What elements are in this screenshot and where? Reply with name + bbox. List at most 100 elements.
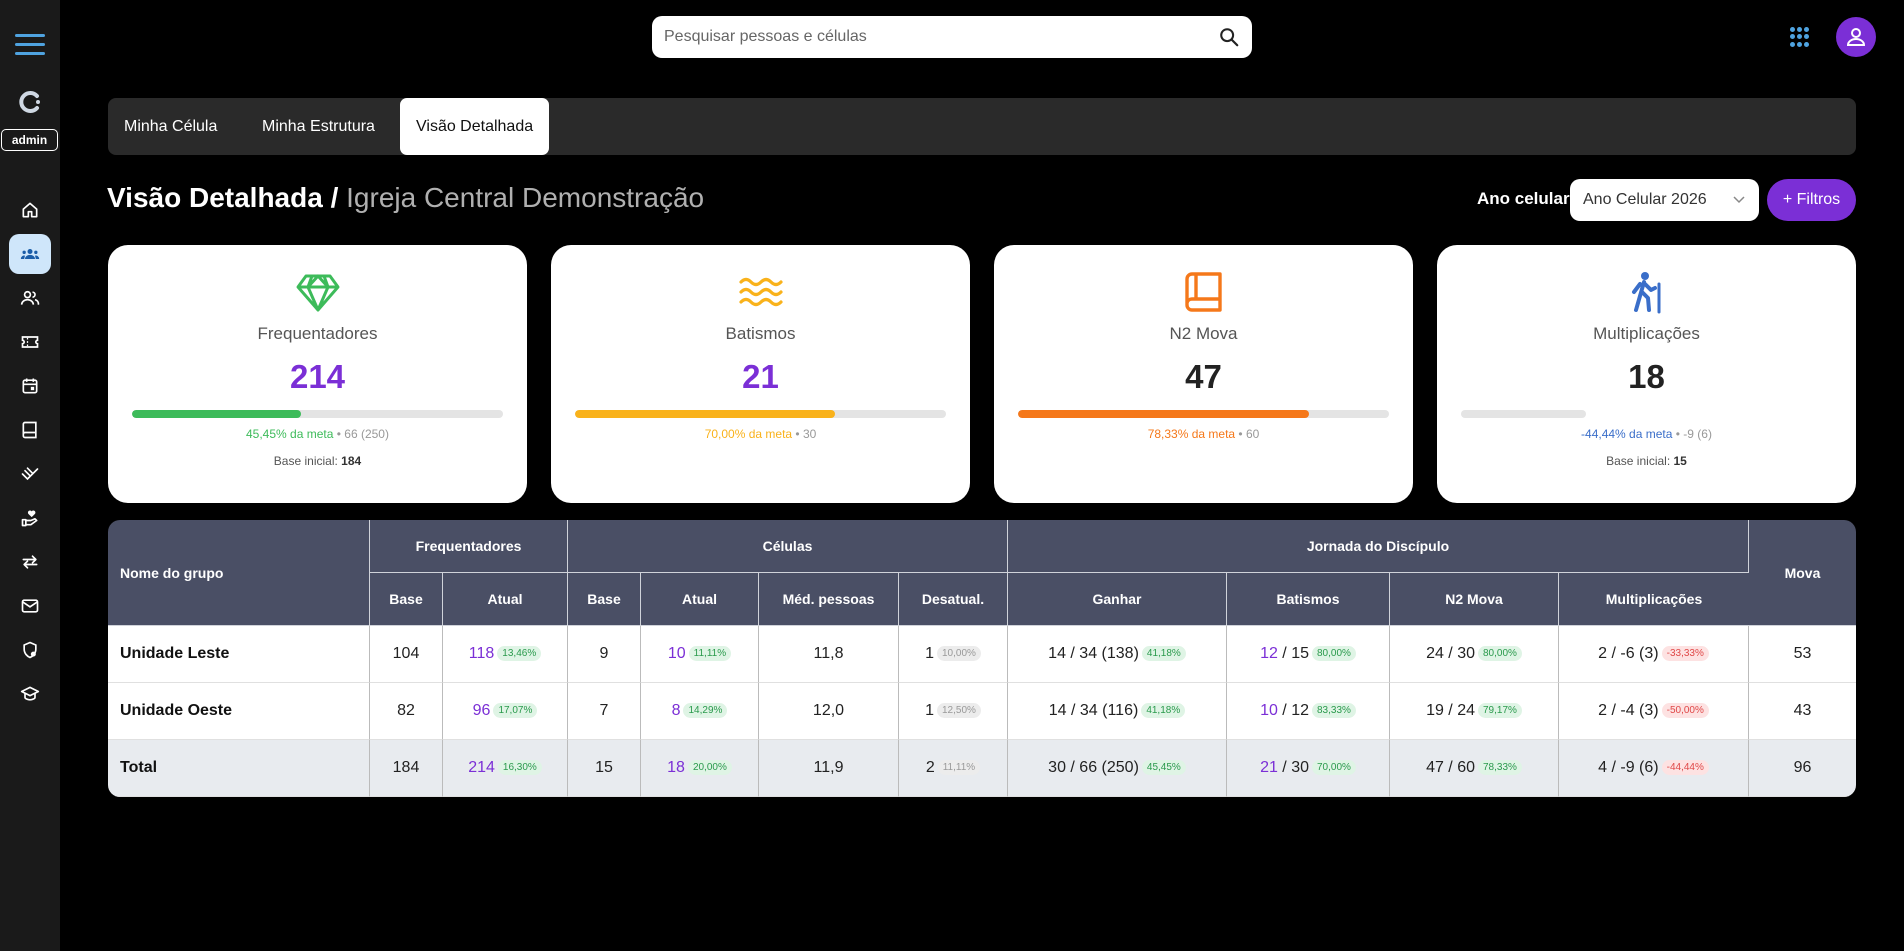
sidebar-item-hand-heart[interactable] [9,498,51,538]
group-jornada: Jornada do Discípulo [1008,520,1749,573]
progress-bar [575,410,946,418]
calendar-icon [22,378,38,394]
table-row[interactable]: Unidade Oeste 82 96 17,07% 7 8 14,29% 12,0… [108,683,1856,740]
tab-minha-estrutura[interactable]: Minha Estrutura [246,98,391,155]
meta-percent: 45,45% da meta [246,427,334,441]
n2-pct-badge: 80,00% [1478,646,1522,662]
ticket-icon [21,336,39,348]
ano-celular-select[interactable]: Ano Celular 2026 [1570,179,1759,221]
card-frequentadores: Frequentadores 214 45,45% da meta • 66 (… [108,245,527,503]
ganhar-cell: 14 / 34 (138) 41,18% [1008,626,1227,683]
page-title-church: Igreja Central Demonstração [346,182,705,213]
user-icon [1846,28,1866,46]
ano-celular-value: Ano Celular 2026 [1583,191,1707,208]
progress-bar [1461,410,1586,418]
waves-icon [739,277,783,307]
sidebar: admin [0,0,60,951]
meta-percent: -44,44% da meta [1581,427,1673,441]
sidebar-item-mail[interactable] [9,586,51,626]
freq-atual-cell: 96 17,07% [443,683,568,740]
col-freq-atual[interactable]: Atual [443,573,568,626]
search-icon[interactable] [1218,26,1240,48]
sidebar-item-groups[interactable] [9,234,51,274]
col-batismos[interactable]: Batismos [1227,573,1390,626]
group-name[interactable]: Total [108,740,370,797]
desatual-pct-badge: 12,50% [936,703,981,719]
card-meta: -44,44% da meta • -9 (6) [1437,427,1856,441]
mult-cell: 2 / -6 (3) -33,33% [1559,626,1749,683]
col-n2-mova[interactable]: N2 Mova [1390,573,1559,626]
menu-icon[interactable] [15,34,45,56]
sidebar-item-volunteer[interactable] [9,454,51,494]
card-multiplicacoes: Multiplicações 18 -44,44% da meta • -9 (… [1437,245,1856,503]
chevron-down-icon [1733,196,1745,204]
batismos-cell: 21 / 30 70,00% [1227,740,1390,797]
sidebar-item-people[interactable] [9,278,51,318]
card-n2-mova: N2 Mova 47 78,33% da meta • 60 [994,245,1413,503]
progress-fill [1018,410,1309,418]
col-multiplicacoes[interactable]: Multiplicações [1559,573,1749,626]
detail-table: Nome do grupo Frequentadores Células Jor… [108,520,1856,797]
meta-rest: • 66 (250) [333,427,389,441]
freq-base: 184 [370,740,443,797]
table-row[interactable]: Unidade Leste 104 118 13,46% 9 10 11,11% 1… [108,626,1856,683]
tab-visao-detalhada[interactable]: Visão Detalhada [400,98,550,155]
batismos-goal: / 15 [1277,645,1309,662]
n2-cell: 19 / 24 79,17% [1390,683,1559,740]
people-icon [20,290,40,305]
multiplicacoes: 2 / -6 (3) [1598,645,1659,662]
n2-mova: 19 / 24 [1426,702,1475,719]
col-med-pessoas[interactable]: Méd. pessoas [759,573,899,626]
mult-pct-badge: -33,33% [1661,646,1709,662]
sidebar-item-shield[interactable] [9,630,51,670]
search-bar[interactable] [652,16,1252,58]
search-input[interactable] [664,16,1204,58]
col-cel-base[interactable]: Base [568,573,641,626]
sidebar-item-school[interactable] [9,674,51,714]
col-cel-atual[interactable]: Atual [641,573,759,626]
col-mova[interactable]: Mova [1749,520,1856,626]
cel-base: 9 [568,626,641,683]
page-title-main: Visão Detalhada / [107,182,339,213]
group-name[interactable]: Unidade Oeste [108,683,370,740]
desatual: 1 [925,645,934,662]
col-ganhar[interactable]: Ganhar [1008,573,1227,626]
freq-atual: 96 [472,702,491,719]
progress-fill [575,410,835,418]
tab-minha-celula[interactable]: Minha Célula [108,98,233,155]
col-freq-base[interactable]: Base [370,573,443,626]
col-nome-grupo[interactable]: Nome do grupo [108,520,370,626]
card-label: Multiplicações [1593,324,1700,343]
base-label: Base inicial: [273,454,342,468]
sidebar-item-book[interactable] [9,410,51,450]
sidebar-item-ticket[interactable] [9,322,51,362]
batismos-goal: / 30 [1277,759,1309,776]
group-name[interactable]: Unidade Leste [108,626,370,683]
apps-grid-icon[interactable] [1790,27,1810,47]
meta-rest: • -9 (6) [1672,427,1712,441]
meta-rest: • 60 [1235,427,1260,441]
admin-badge: admin [1,129,58,151]
sidebar-item-calendar[interactable] [9,366,51,406]
desatual-cell: 1 10,00% [899,626,1008,683]
freq-atual: 118 [468,645,495,662]
freq-pct-badge: 17,07% [493,703,538,719]
swap-icon [22,555,38,569]
cel-atual: 8 [671,702,681,719]
ganhar: 30 / 66 (250) [1048,759,1139,776]
ganhar: 14 / 34 (138) [1048,645,1139,662]
table-row[interactable]: Total 184 214 16,30% 15 18 20,00% 11,9 2 11… [108,740,1856,797]
school-icon [20,686,40,701]
sidebar-item-home[interactable] [9,190,51,230]
col-desatual[interactable]: Desatual. [899,573,1008,626]
med-pessoas: 11,9 [759,740,899,797]
multiplicacoes: 2 / -4 (3) [1598,702,1659,719]
page-title: Visão Detalhada / Igreja Central Demonst… [107,182,704,214]
batismos-pct-badge: 83,33% [1312,703,1356,719]
sidebar-item-swap[interactable] [9,542,51,582]
progress-bar [132,410,503,418]
avatar[interactable] [1836,17,1876,57]
batismos-cell: 12 / 15 80,00% [1227,626,1390,683]
ganhar-cell: 30 / 66 (250) 45,45% [1008,740,1227,797]
filters-button[interactable]: + Filtros [1767,179,1856,221]
